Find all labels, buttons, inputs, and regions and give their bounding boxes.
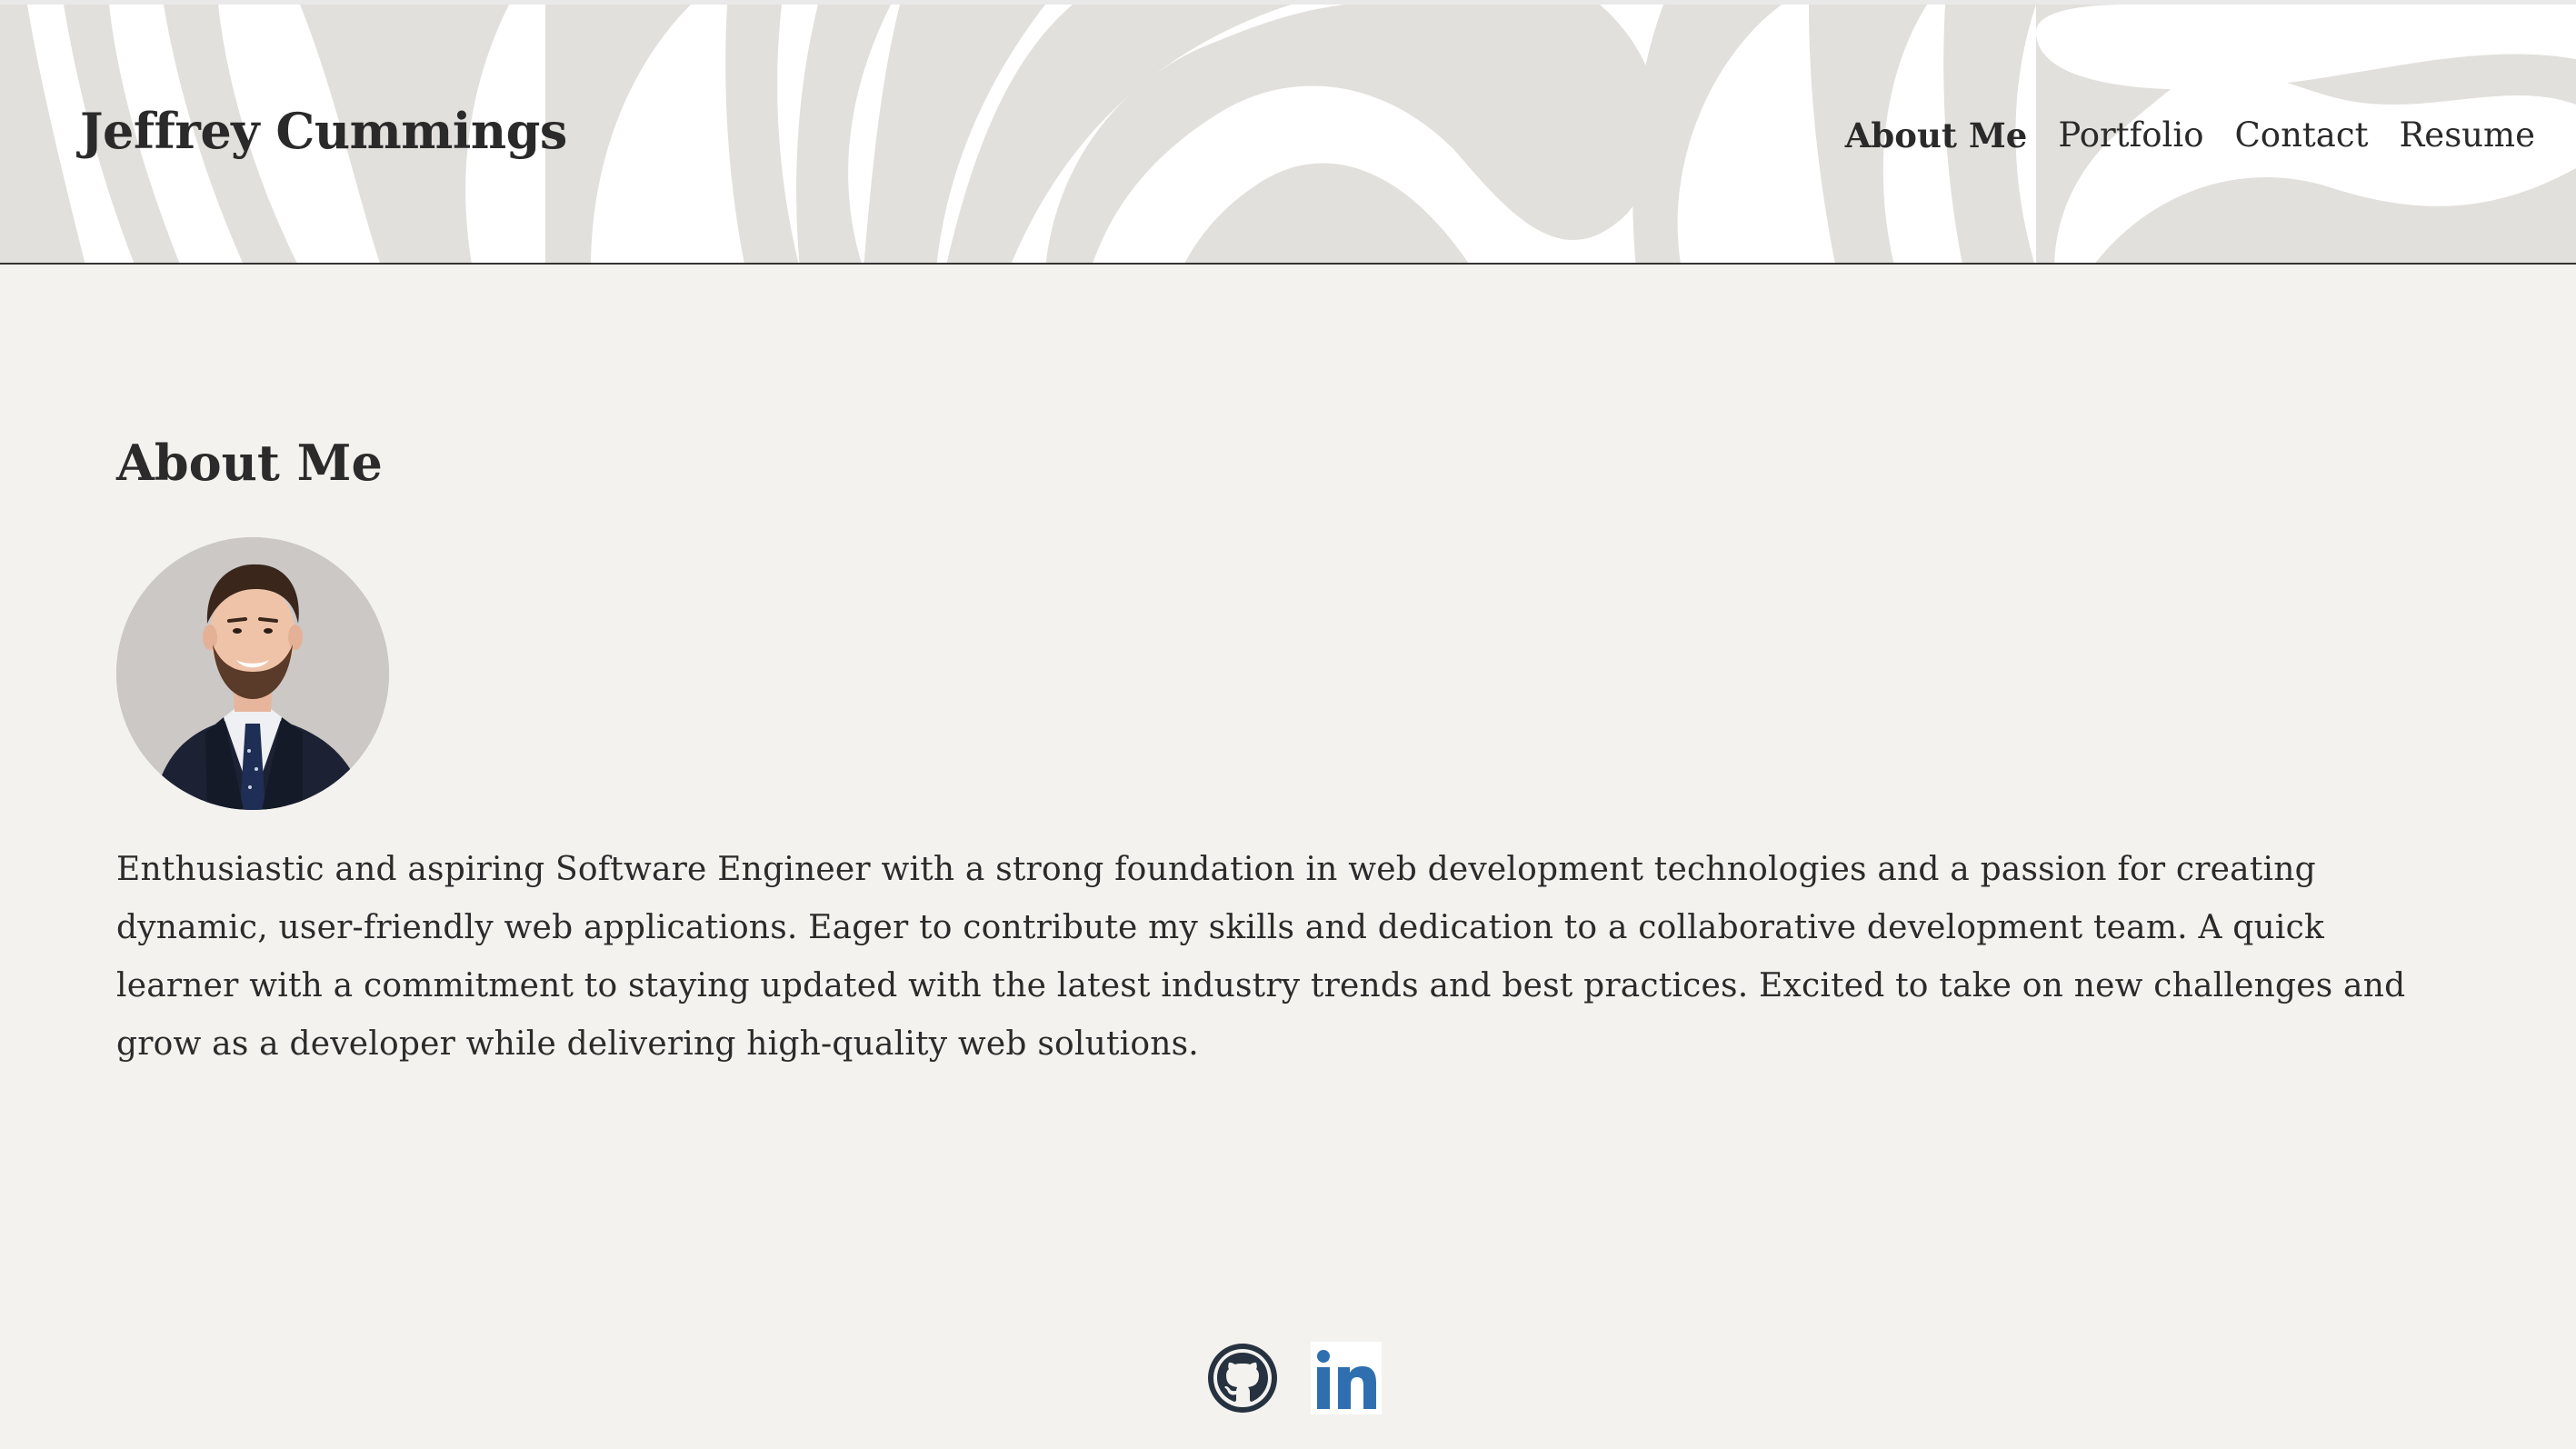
nav-link-portfolio[interactable]: Portfolio	[2058, 116, 2203, 155]
about-section: About Me Enthusiastic and aspiring Softw…	[116, 434, 2480, 1063]
section-title: About Me	[116, 434, 383, 492]
github-icon[interactable]	[1207, 1342, 1278, 1414]
linkedin-icon[interactable]	[1311, 1342, 1382, 1414]
nav-link-resume[interactable]: Resume	[2399, 116, 2535, 155]
social-links	[1207, 1342, 1382, 1414]
bio-text: Enthusiastic and aspiring Software Engin…	[116, 851, 2406, 1063]
site-header: Jeffrey Cummings About Me Portfolio Cont…	[0, 0, 2576, 265]
nav-link-contact[interactable]: Contact	[2235, 116, 2369, 155]
main-nav: About Me Portfolio Contact Resume	[1845, 116, 2535, 155]
site-title[interactable]: Jeffrey Cummings	[80, 104, 567, 158]
profile-photo	[116, 537, 389, 810]
profile-photo-image	[116, 537, 389, 810]
nav-link-about-me[interactable]: About Me	[1845, 117, 2028, 155]
linkedin-icon-graphic	[1311, 1342, 1382, 1414]
github-icon-graphic	[1208, 1344, 1277, 1413]
